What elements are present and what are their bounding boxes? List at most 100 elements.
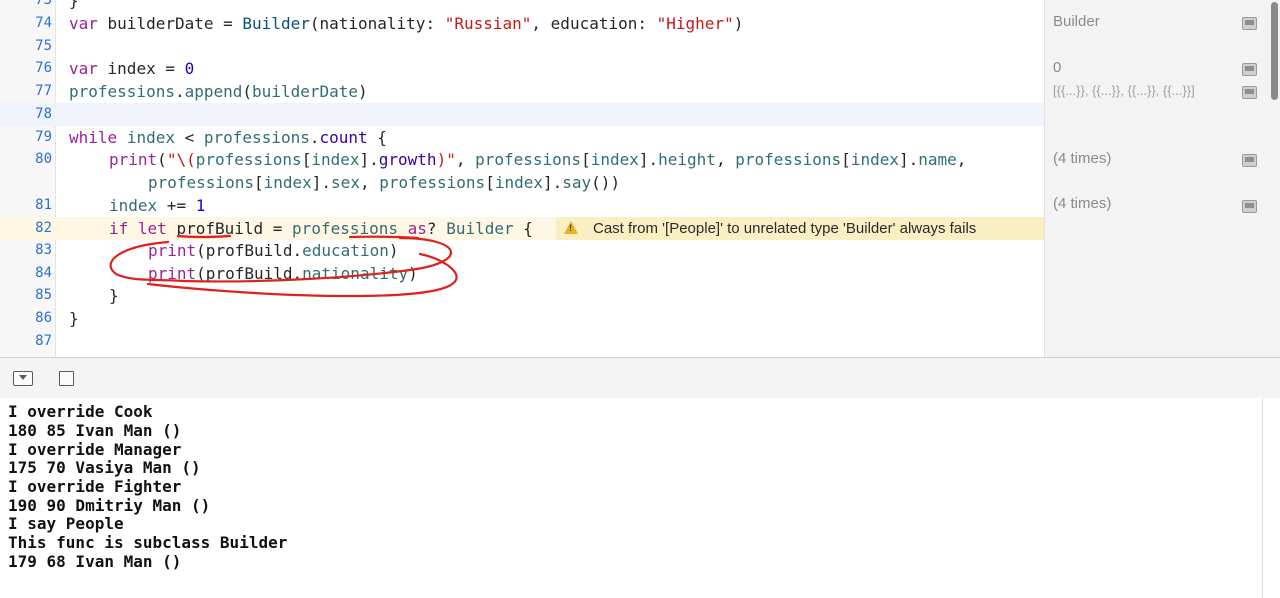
line-number: 82 xyxy=(35,220,52,236)
code-token: professions xyxy=(475,150,582,169)
code-line-73[interactable]: 73 } xyxy=(0,0,1044,12)
code-token: profBuild = xyxy=(166,219,293,238)
code-editor[interactable]: 73 } 74 var builderDate = Builder(nation… xyxy=(0,0,1280,357)
result-array: [{{...}}, {{...}}, {{...}}, {{...}}] xyxy=(1053,83,1195,98)
line-number: 73 xyxy=(35,0,52,8)
code-token: ( xyxy=(157,150,167,169)
code-token: if xyxy=(109,219,129,238)
console-line: I override Cook xyxy=(8,402,153,421)
code-line-75[interactable]: 75 xyxy=(0,35,1044,58)
result-times-80: (4 times) xyxy=(1053,150,1112,167)
code-line-74[interactable]: 74 var builderDate = Builder(nationality… xyxy=(0,12,1044,35)
console-line: 180 85 Ivan Man () xyxy=(8,421,182,440)
code-token: 1 xyxy=(195,196,206,215)
quick-look-button[interactable] xyxy=(1242,200,1257,213)
code-token: ]. xyxy=(359,150,379,169)
code-token: as xyxy=(407,219,427,238)
code-line-86[interactable]: 86 } xyxy=(0,307,1044,330)
warning-banner[interactable]: ! Cast from '[People]' to unrelated type… xyxy=(556,217,1044,240)
hide-debug-area-button[interactable] xyxy=(13,371,33,386)
code-text: } xyxy=(109,284,119,307)
console-line: 175 70 Vasiya Man () xyxy=(8,458,201,477)
code-line-87[interactable]: 87 xyxy=(0,330,1044,353)
code-token: ) xyxy=(733,14,744,33)
quick-look-button[interactable] xyxy=(1242,86,1257,99)
code-line-84[interactable]: 84 print(profBuild.nationality) xyxy=(0,262,1044,285)
line-number: 79 xyxy=(35,129,52,145)
code-token: < xyxy=(174,128,204,147)
code-token: "\( xyxy=(166,150,196,169)
code-token: ()) xyxy=(591,173,621,192)
code-token: append xyxy=(184,82,243,101)
console-line: I override Fighter xyxy=(8,477,182,496)
code-token: += xyxy=(157,196,196,215)
code-token: builderDate xyxy=(252,82,359,101)
chevron-down-icon xyxy=(19,375,27,380)
line-number: 74 xyxy=(35,15,52,31)
code-token: sex xyxy=(331,173,360,192)
code-token: professions xyxy=(292,219,399,238)
code-token: var xyxy=(69,14,98,33)
code-token: } xyxy=(109,286,119,305)
editor-scrollbar-thumb[interactable] xyxy=(1271,2,1278,100)
code-token: (profBuild. xyxy=(196,264,303,283)
code-text: index += 1 xyxy=(109,194,205,217)
code-line-79[interactable]: 79 while index < professions.count { xyxy=(0,126,1044,149)
code-token: } xyxy=(69,309,79,328)
code-line-83[interactable]: 83 print(profBuild.education) xyxy=(0,239,1044,262)
code-token: let xyxy=(137,219,167,238)
code-token: print xyxy=(148,264,197,283)
code-text: print("\(professions[index].growth)", pr… xyxy=(109,148,966,171)
code-text: while index < professions.count { xyxy=(69,126,387,149)
code-token: name xyxy=(918,150,957,169)
code-token: )" xyxy=(436,150,456,169)
code-token: builderDate = xyxy=(97,14,243,33)
code-token: , xyxy=(359,173,380,192)
code-text: var builderDate = Builder(nationality: "… xyxy=(69,12,743,35)
code-token: count xyxy=(319,128,368,147)
code-text: var index = 0 xyxy=(69,57,194,80)
code-area[interactable]: 73 } 74 var builderDate = Builder(nation… xyxy=(0,0,1044,357)
code-text: professions.append(builderDate) xyxy=(69,80,368,103)
code-token: index = xyxy=(97,59,185,78)
code-line-78-current[interactable]: 78 xyxy=(0,103,1044,126)
result-builder: Builder xyxy=(1053,13,1100,30)
quick-look-button[interactable] xyxy=(1242,63,1257,76)
line-number: 75 xyxy=(35,38,52,54)
code-text: professions[index].sex, professions[inde… xyxy=(148,171,620,194)
quick-look-button[interactable] xyxy=(1242,17,1257,30)
code-token: growth xyxy=(378,150,437,169)
code-token: ) xyxy=(358,82,368,101)
code-line-76[interactable]: 76 var index = 0 xyxy=(0,57,1044,80)
console-line: I say People xyxy=(8,514,124,533)
line-number: 77 xyxy=(35,83,52,99)
code-token: ]. xyxy=(898,150,919,169)
debug-toolbar xyxy=(0,357,1280,399)
code-line-80-continued[interactable]: professions[index].sex, professions[inde… xyxy=(0,171,1044,194)
toggle-panel-button[interactable] xyxy=(59,371,74,386)
code-text: print(profBuild.nationality) xyxy=(148,262,418,285)
code-token: , education: xyxy=(531,14,657,33)
code-token: professions xyxy=(69,82,175,101)
console-output[interactable]: I override Cook 180 85 Ivan Man () I ove… xyxy=(0,398,1280,598)
code-token: professions xyxy=(203,128,310,147)
code-line-81[interactable]: 81 index += 1 xyxy=(0,194,1044,217)
code-line-82-warning[interactable]: 82 if let profBuild = professions as? Bu… xyxy=(0,217,1044,240)
code-token: index xyxy=(126,128,175,147)
code-line-85[interactable]: 85 } xyxy=(0,284,1044,307)
code-token: ) xyxy=(388,241,399,260)
code-token: [ xyxy=(581,150,591,169)
code-token: while xyxy=(69,128,118,147)
quick-look-button[interactable] xyxy=(1242,154,1257,167)
code-token: [ xyxy=(253,173,264,192)
code-token: [ xyxy=(841,150,851,169)
code-line-77[interactable]: 77 professions.append(builderDate) xyxy=(0,80,1044,103)
warning-triangle-icon: ! xyxy=(564,221,578,234)
results-sidebar: Builder 0 [{{...}}, {{...}}, {{...}}, {{… xyxy=(1044,0,1280,357)
editor-scrollbar[interactable] xyxy=(1268,0,1280,357)
code-line-80[interactable]: 80 print("\(professions[index].growth)",… xyxy=(0,148,1044,171)
code-token: index xyxy=(263,173,312,192)
code-text: } xyxy=(69,307,79,330)
